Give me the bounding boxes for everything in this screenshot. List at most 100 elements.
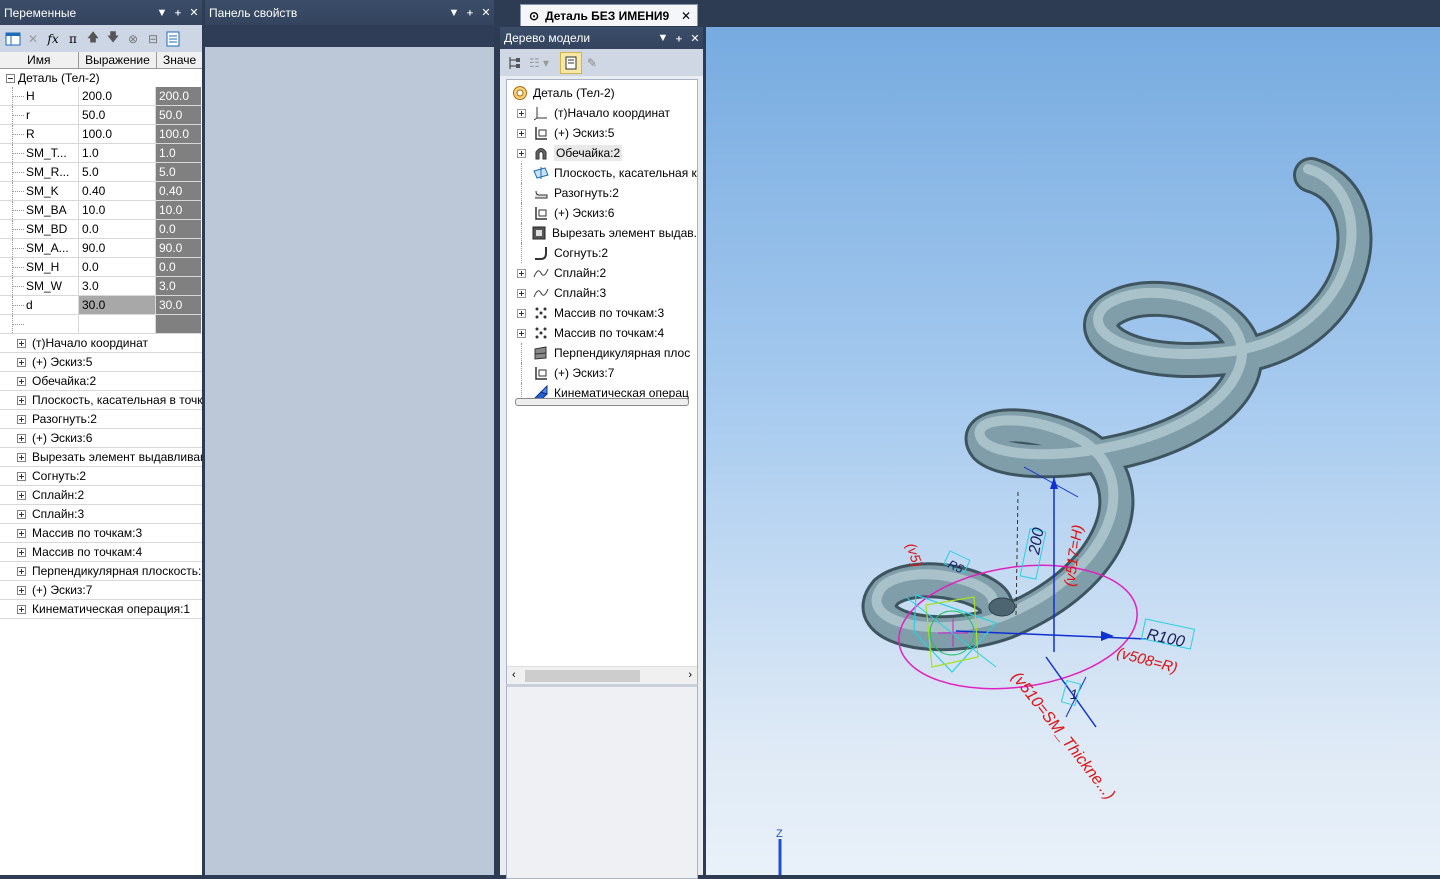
list-item[interactable]: Сплайн:3 — [0, 505, 202, 524]
column-value[interactable]: Значе — [157, 52, 202, 68]
list-item[interactable]: (+) Эскиз:5 — [0, 353, 202, 372]
pi-icon[interactable]: π — [63, 29, 83, 49]
pin-icon[interactable]: ᚐ — [170, 6, 186, 19]
expand-icon[interactable] — [517, 328, 526, 338]
model-tree-item[interactable]: Разогнуть:2 — [507, 183, 697, 203]
list-item[interactable]: Согнуть:2 — [0, 467, 202, 486]
model-tree-item[interactable]: (+) Эскиз:6 — [507, 203, 697, 223]
expand-icon[interactable] — [517, 308, 526, 318]
variable-expression[interactable]: 3.0 — [78, 277, 156, 295]
list-item[interactable]: Кинематическая операция:1 — [0, 600, 202, 619]
expand-icon[interactable] — [17, 528, 26, 538]
variable-expression[interactable]: 0.40 — [78, 182, 156, 200]
table-row[interactable]: SM_BD 0.0 0.0 — [0, 220, 202, 239]
column-expression[interactable]: Выражение — [79, 52, 158, 68]
table-row-empty[interactable] — [0, 315, 202, 334]
table-row[interactable]: SM_A... 90.0 90.0 — [0, 239, 202, 258]
variable-name[interactable]: SM_BA — [26, 201, 78, 219]
model-tree-item[interactable]: Сплайн:2 — [507, 263, 697, 283]
model-tree-item[interactable]: Перпендикулярная плос — [507, 343, 697, 363]
close-icon[interactable]: ✕ — [681, 9, 691, 23]
table-row[interactable]: SM_BA 10.0 10.0 — [0, 201, 202, 220]
list-item[interactable]: (+) Эскиз:6 — [0, 429, 202, 448]
scroll-thumb[interactable] — [525, 670, 640, 682]
list-item[interactable]: Вырезать элемент выдавливан — [0, 448, 202, 467]
variable-expression[interactable]: 5.0 — [78, 163, 156, 181]
variable-name[interactable]: SM_BD — [26, 220, 78, 238]
variable-name[interactable]: SM_K — [26, 182, 78, 200]
expand-icon[interactable] — [17, 433, 26, 443]
table-row[interactable]: d 30.0 30.0 — [0, 296, 202, 315]
scroll-right-icon[interactable]: › — [688, 669, 692, 681]
list-item[interactable]: Плоскость, касательная в точк — [0, 391, 202, 410]
expand-icon[interactable] — [17, 414, 26, 424]
viewport-3d[interactable]: 200 (v517=H) R100 (v508=R) 1 (v510=SM_Th… — [706, 27, 1440, 875]
table-row[interactable]: R 100.0 100.0 — [0, 125, 202, 144]
model-tree-item[interactable]: (т)Начало координат — [507, 103, 697, 123]
pin-icon[interactable]: ᚐ — [462, 6, 478, 19]
expand-icon[interactable] — [17, 604, 26, 614]
model-tree-item[interactable]: Массив по точкам:3 — [507, 303, 697, 323]
list-item[interactable]: Обечайка:2 — [0, 372, 202, 391]
variable-expression[interactable]: 30.0 — [78, 296, 156, 314]
scroll-left-icon[interactable]: ‹ — [512, 669, 516, 681]
chevron-down-icon[interactable]: ▼ — [154, 7, 170, 19]
expand-icon[interactable] — [17, 357, 26, 367]
variable-expression[interactable]: 50.0 — [78, 106, 156, 124]
column-name[interactable]: Имя — [0, 52, 79, 68]
variables-root-row[interactable]: Деталь (Тел-2) — [0, 69, 202, 87]
variable-expression[interactable]: 10.0 — [78, 201, 156, 219]
pin-icon[interactable]: ᚐ — [671, 32, 687, 45]
variable-expression[interactable]: 0.0 — [78, 220, 156, 238]
table-row[interactable]: SM_H 0.0 0.0 — [0, 258, 202, 277]
table-row[interactable]: r 50.0 50.0 — [0, 106, 202, 125]
model-tree-inner-scrollbar[interactable] — [515, 398, 689, 406]
expand-icon[interactable] — [17, 471, 26, 481]
arrow-down-icon[interactable]: 🡇 — [103, 29, 123, 49]
variable-name[interactable]: SM_A... — [26, 239, 78, 257]
structure-icon[interactable]: ☷ ▾ — [524, 53, 554, 73]
collapse-icon[interactable] — [6, 73, 15, 83]
list-item[interactable]: Разогнуть:2 — [0, 410, 202, 429]
document-tab[interactable]: ⊙ Деталь БЕЗ ИМЕНИ9 ✕ — [520, 4, 698, 26]
expand-icon[interactable] — [17, 509, 26, 519]
edit-view-icon[interactable]: ✎ — [582, 53, 602, 73]
model-tree-item[interactable]: Массив по точкам:4 — [507, 323, 697, 343]
table-row[interactable]: SM_R... 5.0 5.0 — [0, 163, 202, 182]
variable-expression[interactable]: 100.0 — [78, 125, 156, 143]
variable-name[interactable]: H — [26, 87, 78, 105]
chevron-down-icon[interactable]: ▼ — [446, 7, 462, 19]
function-icon[interactable]: fx — [43, 29, 63, 49]
expand-icon[interactable] — [17, 566, 26, 576]
model-tree-item[interactable]: (+) Эскиз:5 — [507, 123, 697, 143]
document-view-icon[interactable] — [560, 51, 582, 74]
arrow-up-icon[interactable]: 🡅 — [83, 29, 103, 49]
expand-icon[interactable] — [17, 338, 26, 348]
list-item[interactable]: (+) Эскиз:7 — [0, 581, 202, 600]
variable-name[interactable]: R — [26, 125, 78, 143]
expand-icon[interactable] — [17, 452, 26, 462]
model-tree-item[interactable]: Согнуть:2 — [507, 243, 697, 263]
expand-icon[interactable] — [517, 288, 526, 298]
variable-expression[interactable]: 0.0 — [78, 258, 156, 276]
delete-icon[interactable]: ✕ — [23, 29, 43, 49]
model-tree-root[interactable]: Деталь (Тел-2) — [507, 83, 697, 103]
variable-name[interactable]: SM_T... — [26, 144, 78, 162]
expand-icon[interactable] — [17, 547, 26, 557]
table-icon[interactable] — [3, 29, 23, 49]
expand-icon[interactable] — [17, 395, 26, 405]
chevron-down-icon[interactable]: ▼ — [655, 32, 671, 44]
variable-expression[interactable]: 1.0 — [78, 144, 156, 162]
close-icon[interactable]: ✕ — [478, 6, 494, 19]
model-tree-item[interactable]: Обечайка:2 — [507, 143, 697, 163]
close-icon[interactable]: ✕ — [687, 32, 703, 45]
table-row[interactable]: SM_W 3.0 3.0 — [0, 277, 202, 296]
variable-name[interactable]: SM_R... — [26, 163, 78, 181]
tree-link-icon[interactable]: ⊟ — [143, 29, 163, 49]
model-tree-item[interactable]: Сплайн:3 — [507, 283, 697, 303]
table-row[interactable]: SM_K 0.40 0.40 — [0, 182, 202, 201]
list-item[interactable]: Перпендикулярная плоскость: — [0, 562, 202, 581]
expand-icon[interactable] — [517, 268, 526, 278]
expand-icon[interactable] — [517, 148, 526, 158]
table-row[interactable]: SM_T... 1.0 1.0 — [0, 144, 202, 163]
